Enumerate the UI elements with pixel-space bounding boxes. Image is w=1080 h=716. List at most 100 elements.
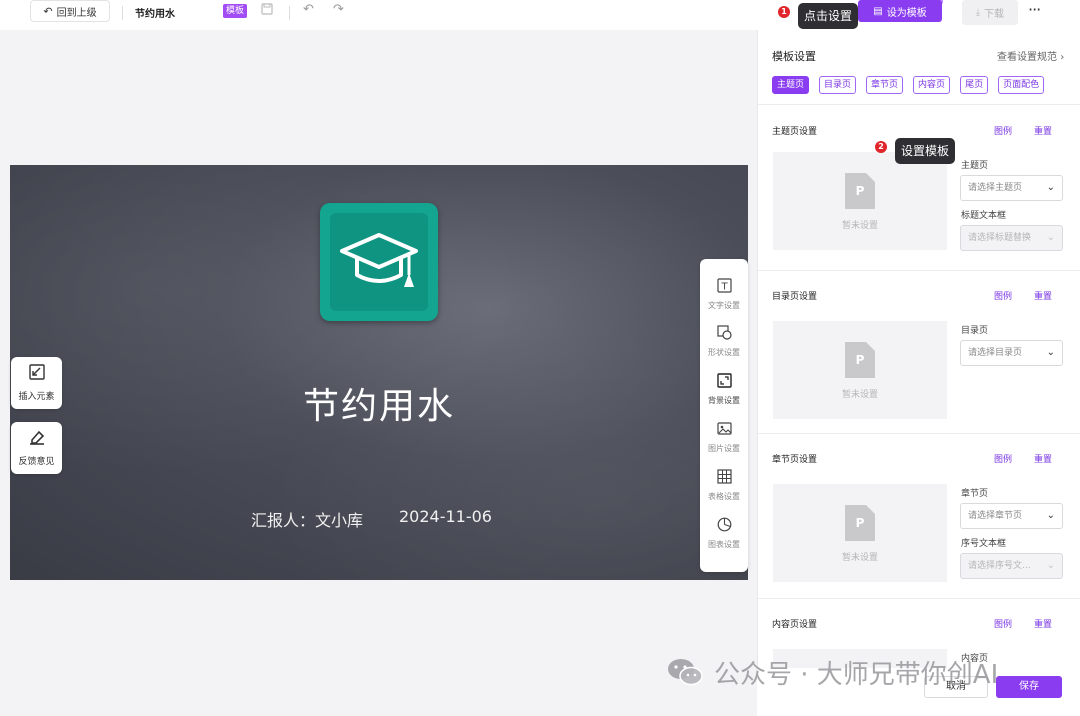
- download-label: 下载: [983, 9, 1004, 20]
- watermark: 公众号 · 大师兄带你创AI: [666, 654, 998, 690]
- tab-toc-page[interactable]: 目录页: [819, 76, 857, 94]
- tab-content-page[interactable]: 内容页: [913, 76, 951, 94]
- feedback-icon: [11, 428, 62, 450]
- chart-icon: [700, 517, 748, 536]
- step-badge-1: 1: [778, 6, 790, 18]
- step-badge-2: 2: [875, 141, 887, 153]
- title-page-select[interactable]: 请选择主题页 ⌄: [960, 175, 1063, 201]
- number-textbox-select[interactable]: 请选择序号文... ⌄: [960, 553, 1063, 579]
- divider: [289, 6, 290, 20]
- chevron-right-icon: ›: [1060, 52, 1065, 63]
- background-settings-label: 背景设置: [708, 396, 740, 405]
- download-icon: ⤓: [976, 7, 980, 18]
- tooltip-click-settings: 点击设置: [798, 3, 859, 29]
- legend-link[interactable]: 图例: [994, 452, 1012, 465]
- download-button[interactable]: ⤓ 下载: [962, 0, 1018, 25]
- reset-link[interactable]: 重置: [1034, 124, 1052, 137]
- graduation-cap-icon: [340, 233, 418, 287]
- toc-page-select[interactable]: 请选择目录页 ⌄: [960, 340, 1063, 366]
- table-settings-label: 表格设置: [708, 492, 740, 501]
- shape-settings-label: 形状设置: [708, 348, 740, 357]
- document-title[interactable]: 节约用水: [135, 5, 175, 20]
- legend-link[interactable]: 图例: [994, 124, 1012, 137]
- tab-end-page[interactable]: 尾页: [960, 76, 989, 94]
- select-placeholder: 请选择章节页: [968, 511, 1023, 521]
- reset-link[interactable]: 重置: [1034, 452, 1052, 465]
- background-icon: [700, 373, 748, 392]
- section-title: 内容页设置: [772, 620, 818, 630]
- background-settings-button[interactable]: 背景设置: [700, 373, 748, 406]
- save-icon[interactable]: [261, 3, 273, 18]
- undo-icon[interactable]: ↶: [303, 2, 314, 17]
- slide-canvas[interactable]: 节约用水 汇报人：文小库 2024-11-06: [10, 165, 748, 580]
- top-toolbar: ↶ 回到上级 节约用水 模板 ↶ ↷ ▤ 设为模板 ⤓ 下载 ···: [0, 0, 1080, 30]
- slide-reporter[interactable]: 汇报人：文小库: [251, 507, 363, 531]
- text-settings-label: 文字设置: [708, 301, 740, 310]
- divider: [758, 433, 1080, 434]
- redo-icon[interactable]: ↷: [333, 2, 344, 17]
- slide-date[interactable]: 2024-11-06: [399, 507, 492, 526]
- select-placeholder: 请选择主题页: [968, 183, 1023, 193]
- logo-inner: [330, 213, 428, 311]
- reset-link[interactable]: 重置: [1034, 617, 1052, 630]
- field-label: 序号文本框: [961, 539, 1007, 549]
- divider: [758, 598, 1080, 599]
- section-title: 主题页设置: [772, 127, 818, 137]
- select-placeholder: 请选择标题替换: [968, 233, 1032, 243]
- view-spec-link[interactable]: 查看设置规范 ›: [997, 48, 1064, 63]
- chapter-page-section: 章节页设置 图例 重置 P 暂未设置 章节页 请选择章节页 ⌄ 序号文本框 请选…: [758, 452, 1080, 598]
- template-doc-icon: ▤: [873, 5, 883, 17]
- feedback-button[interactable]: 反馈意见: [11, 422, 62, 474]
- legend-link[interactable]: 图例: [994, 617, 1012, 630]
- chapter-page-select[interactable]: 请选择章节页 ⌄: [960, 503, 1063, 529]
- tab-chapter-page[interactable]: 章节页: [866, 76, 904, 94]
- toc-page-section: 目录页设置 图例 重置 P 暂未设置 目录页 请选择目录页 ⌄: [758, 289, 1080, 433]
- section-title: 目录页设置: [772, 292, 818, 302]
- tab-title-page[interactable]: 主题页: [772, 76, 810, 94]
- ppt-file-icon: P: [845, 173, 875, 209]
- empty-text: 暂未设置: [841, 221, 878, 231]
- tab-page-color[interactable]: 页面配色: [998, 76, 1045, 94]
- text-icon: T: [700, 278, 748, 297]
- insert-element-icon: [11, 363, 62, 385]
- template-settings-panel: 模板设置 查看设置规范 › 主题页 目录页 章节页 内容页 尾页 页面配色 主题…: [757, 30, 1080, 716]
- chevron-down-icon: ⌄: [1046, 232, 1055, 243]
- page-preview: P 暂未设置: [773, 152, 947, 250]
- watermark-text: 公众号 · 大师兄带你创AI: [714, 659, 999, 690]
- ppt-file-icon: P: [845, 505, 875, 541]
- image-settings-label: 图片设置: [708, 444, 740, 453]
- empty-text: 暂未设置: [841, 390, 878, 400]
- back-button[interactable]: ↶ 回到上级: [30, 0, 110, 22]
- section-title: 章节页设置: [772, 455, 818, 465]
- tooltip-set-template: 设置模板: [895, 138, 956, 164]
- legend-link[interactable]: 图例: [994, 289, 1012, 302]
- chevron-down-icon: ⌄: [1046, 510, 1055, 521]
- select-placeholder: 请选择序号文...: [968, 561, 1031, 571]
- title-textbox-select[interactable]: 请选择标题替换 ⌄: [960, 225, 1063, 251]
- slide-logo[interactable]: [320, 203, 438, 321]
- slide-title[interactable]: 节约用水: [10, 377, 748, 429]
- svg-text:T: T: [720, 282, 728, 293]
- image-settings-button[interactable]: 图片设置: [700, 421, 748, 454]
- chevron-down-icon: ⌄: [1046, 560, 1055, 571]
- insert-element-button[interactable]: 插入元素: [11, 357, 62, 409]
- shape-settings-button[interactable]: 形状设置: [700, 325, 748, 358]
- chart-settings-button[interactable]: 图表设置: [700, 517, 748, 550]
- page-type-tabs: 主题页 目录页 章节页 内容页 尾页 页面配色: [772, 76, 1054, 94]
- table-icon: [700, 469, 748, 488]
- field-label: 章节页: [961, 489, 989, 499]
- table-settings-button[interactable]: 表格设置: [700, 469, 748, 502]
- set-as-template-button[interactable]: ▤ 设为模板: [858, 0, 942, 22]
- reset-link[interactable]: 重置: [1034, 289, 1052, 302]
- feedback-label: 反馈意见: [18, 457, 55, 467]
- field-label: 标题文本框: [961, 211, 1007, 221]
- more-options-icon[interactable]: ···: [1028, 0, 1041, 19]
- wechat-icon: [668, 659, 703, 686]
- ppt-file-icon: P: [845, 342, 875, 378]
- save-button[interactable]: 保存: [996, 676, 1062, 698]
- shape-icon: [700, 325, 748, 344]
- empty-text: 暂未设置: [841, 553, 878, 563]
- text-settings-button[interactable]: T 文字设置: [700, 278, 748, 311]
- view-spec-label: 查看设置规范: [997, 52, 1057, 63]
- chevron-down-icon: ⌄: [1046, 347, 1055, 358]
